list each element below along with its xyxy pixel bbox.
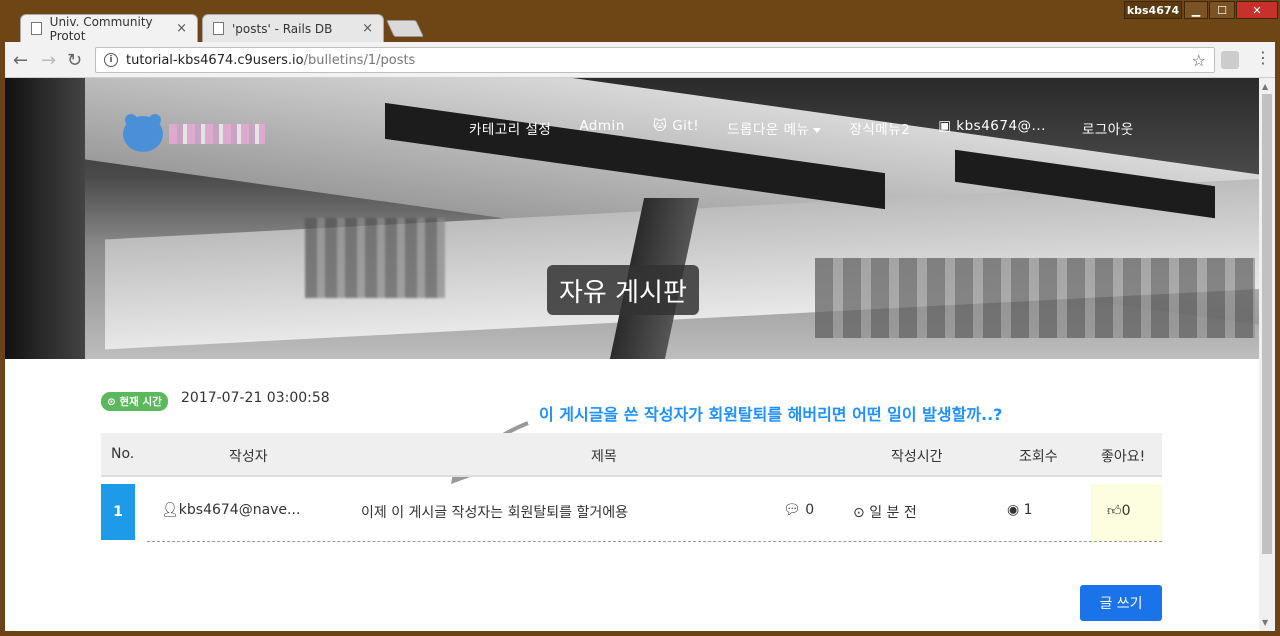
row-time: ⊙ 일 분 전 xyxy=(853,502,917,522)
nav-decor-menu[interactable]: 장식메뉴2 xyxy=(849,118,910,138)
logo-text-pixelated xyxy=(169,124,265,144)
close-tab-icon[interactable]: × xyxy=(176,21,187,36)
extension-icon[interactable] xyxy=(1221,51,1239,69)
author-text: kbs4674@nave... xyxy=(178,502,301,518)
badge-label: 현재 시간 xyxy=(119,396,162,408)
comment-count: 0 xyxy=(805,502,815,518)
tab-strip: Univ. Community Protot × 'posts' - Rails… xyxy=(0,0,1280,43)
nav-logout[interactable]: 로그아웃 xyxy=(1082,118,1134,138)
back-arrow-icon[interactable]: ← xyxy=(13,50,28,71)
pixelated-area xyxy=(815,258,1255,338)
info-icon[interactable]: i xyxy=(104,53,118,67)
nav-dropdown[interactable]: 드롭다운 메뉴 xyxy=(727,118,822,138)
annotation-text: 이 게시글을 쓴 작성자가 회원탈퇴를 해버리면 어떤 일이 발생할까..? xyxy=(539,405,1003,424)
hero-bg-edge xyxy=(5,78,85,359)
close-window-button[interactable]: ✕ xyxy=(1236,1,1278,19)
current-time-badge: ⊙ 현재 시간 xyxy=(101,392,168,411)
scroll-thumb[interactable] xyxy=(1262,94,1272,554)
document-icon xyxy=(31,22,42,35)
pixelated-area xyxy=(305,218,445,298)
nav-category-settings[interactable]: 카테고리 설정 xyxy=(469,118,551,138)
scroll-down-icon[interactable]: ▼ xyxy=(1262,618,1268,627)
github-cat-icon: 🐱 xyxy=(652,118,673,134)
site-logo[interactable] xyxy=(123,114,265,152)
col-author: 작성자 xyxy=(229,449,268,465)
nav-dropdown-label: 드롭다운 메뉴 xyxy=(727,122,810,138)
row-views: ◉ 1 xyxy=(1007,502,1033,518)
row-number: 1 xyxy=(101,484,135,540)
caret-down-icon xyxy=(813,127,822,133)
time-text: 일 분 전 xyxy=(869,505,917,521)
col-views: 조회수 xyxy=(1019,449,1058,465)
table-header: No. 작성자 제목 작성시간 조회수 좋아요! xyxy=(101,433,1162,477)
tab-univ-community[interactable]: Univ. Community Protot × xyxy=(20,14,198,43)
browser-toolbar: ← → ↻ i tutorial-kbs4674.c9users.io /bul… xyxy=(5,42,1275,78)
close-tab-icon[interactable]: × xyxy=(362,21,373,36)
comment-icon: 💬︎ xyxy=(783,502,806,518)
row-divider xyxy=(147,541,1162,542)
id-card-icon: ▣ xyxy=(938,118,957,134)
maximize-button[interactable]: ☐ xyxy=(1209,1,1235,19)
browser-window: Univ. Community Protot × 'posts' - Rails… xyxy=(0,0,1280,636)
eye-icon: ◉ xyxy=(1007,502,1024,518)
row-likes[interactable]: 👍︎0 xyxy=(1107,502,1131,519)
col-likes: 좋아요! xyxy=(1101,449,1146,465)
clock-icon: ⊙ xyxy=(107,396,120,408)
page-scrollbar[interactable]: ▲ ▼ xyxy=(1259,78,1275,631)
address-bar[interactable]: i tutorial-kbs4674.c9users.io /bulletins… xyxy=(95,47,1215,73)
tab-rails-db[interactable]: 'posts' - Rails DB × xyxy=(202,14,384,42)
nav-git[interactable]: 🐱 Git! xyxy=(653,118,699,138)
nav-user-label: kbs4674@... xyxy=(956,118,1046,134)
profile-badge[interactable]: kbs4674 xyxy=(1124,1,1182,19)
user-icon: 👤︎ xyxy=(161,502,179,518)
table-row[interactable]: 1 👤︎kbs4674@nave... 이제 이 게시글 작성자는 회원탈퇴를 … xyxy=(101,482,1162,542)
like-count: 0 xyxy=(1121,503,1131,519)
col-no: No. xyxy=(111,446,135,462)
hero-banner: 카테고리 설정 Admin 🐱 Git! 드롭다운 메뉴 장식메뉴2 ▣ kbs… xyxy=(5,78,1259,359)
url-host: tutorial-kbs4674.c9users.io xyxy=(126,52,304,68)
col-title: 제목 xyxy=(591,449,617,465)
document-icon xyxy=(213,22,224,35)
row-comments: 💬︎ 0 xyxy=(783,502,814,518)
row-author[interactable]: 👤︎kbs4674@nave... xyxy=(161,502,300,518)
col-time: 작성시간 xyxy=(891,449,943,465)
bear-logo-icon xyxy=(123,114,163,152)
bookmark-star-icon[interactable]: ☆ xyxy=(1192,51,1206,70)
row-title[interactable]: 이제 이 게시글 작성자는 회원탈퇴를 할거에용 xyxy=(361,502,628,522)
page-title: 자유 게시판 xyxy=(547,265,699,315)
new-tab-button[interactable] xyxy=(386,20,424,37)
scroll-up-icon[interactable]: ▲ xyxy=(1262,82,1268,91)
view-count: 1 xyxy=(1023,502,1033,518)
minimize-button[interactable]: ▁ xyxy=(1184,1,1208,19)
current-time: 2017-07-21 03:00:58 xyxy=(181,390,330,406)
nav-git-label: Git! xyxy=(672,118,700,134)
thumbs-up-icon: 👍︎ xyxy=(1107,503,1122,519)
tab-title: 'posts' - Rails DB xyxy=(232,21,333,36)
browser-menu-icon[interactable]: ⋮ xyxy=(1255,48,1271,67)
web-page: 카테고리 설정 Admin 🐱 Git! 드롭다운 메뉴 장식메뉴2 ▣ kbs… xyxy=(5,78,1259,631)
nav-admin[interactable]: Admin xyxy=(579,118,625,138)
main-nav: 카테고리 설정 Admin 🐱 Git! 드롭다운 메뉴 장식메뉴2 ▣ kbs… xyxy=(469,118,1134,138)
clock-icon: ⊙ xyxy=(853,505,870,521)
url-path: /bulletins/1/posts xyxy=(303,52,416,68)
write-post-button[interactable]: 글 쓰기 xyxy=(1080,585,1162,621)
reload-icon[interactable]: ↻ xyxy=(67,50,82,71)
nav-user[interactable]: ▣ kbs4674@... xyxy=(938,118,1046,138)
forward-arrow-icon[interactable]: → xyxy=(41,50,56,71)
tab-title: Univ. Community Protot xyxy=(49,14,153,43)
